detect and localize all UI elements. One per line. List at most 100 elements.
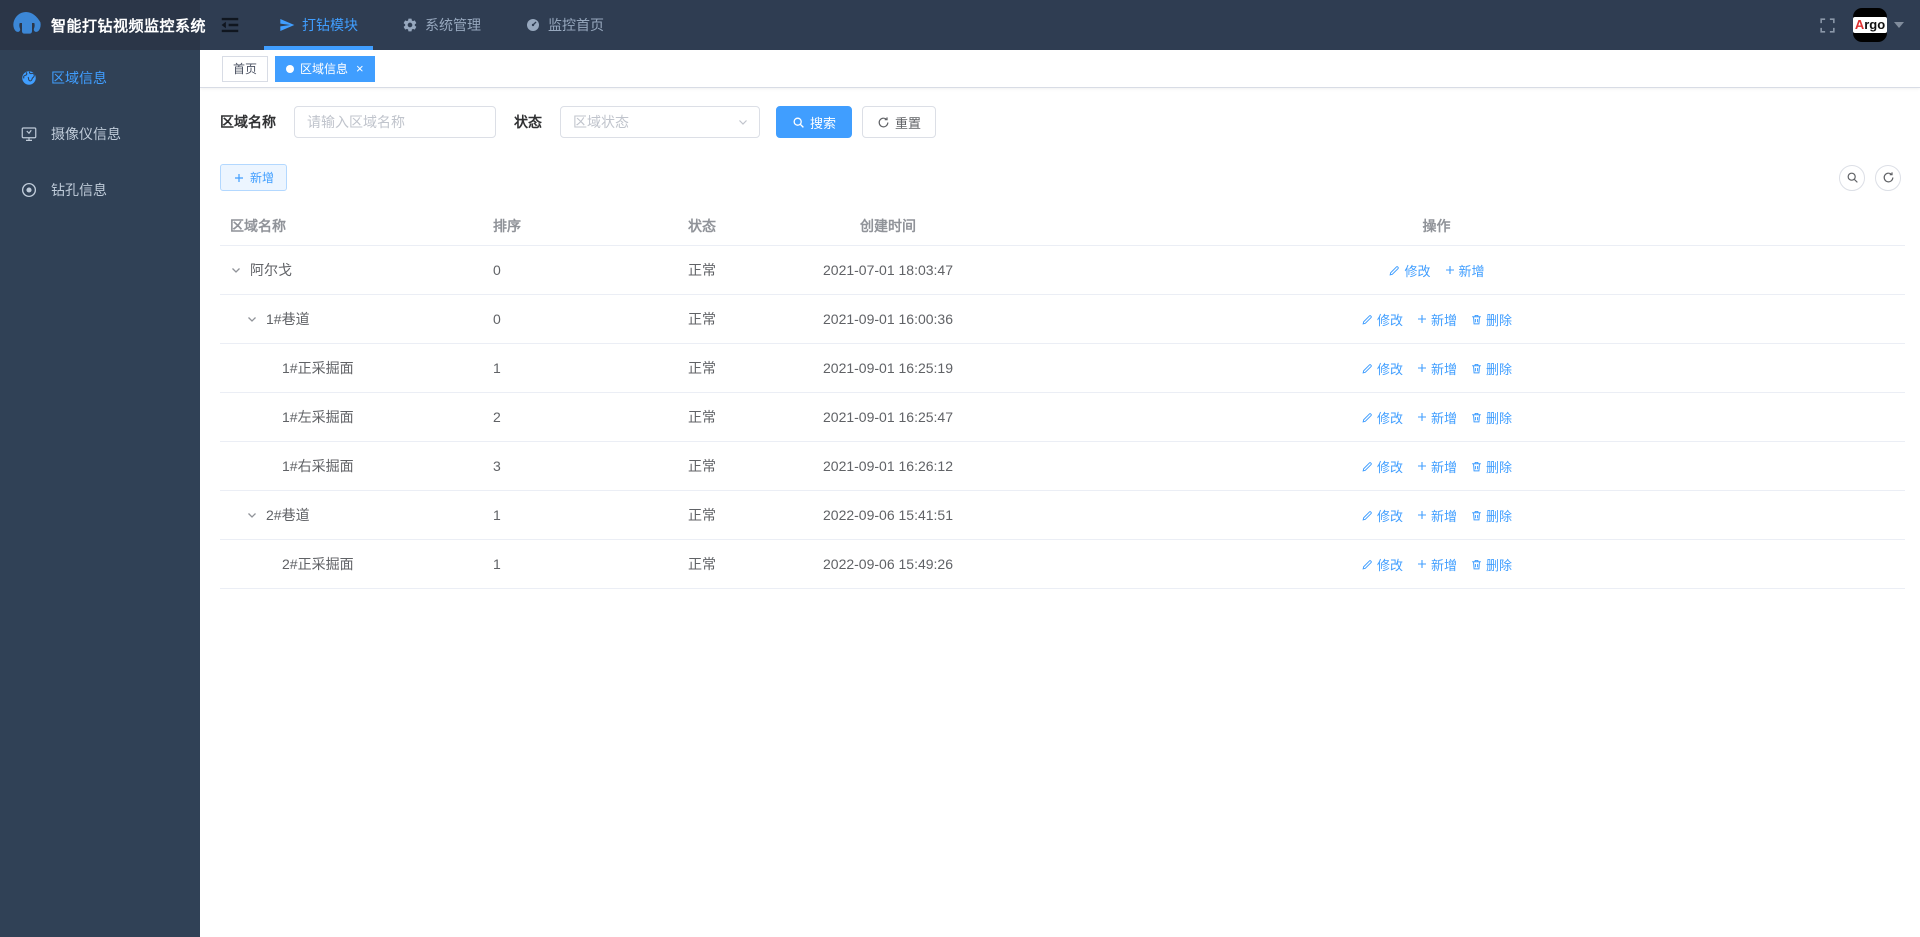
hamburger-icon[interactable] xyxy=(210,0,250,50)
globe-icon xyxy=(20,69,38,87)
created-time-value: 2021-09-01 16:26:12 xyxy=(823,458,953,474)
status-select-placeholder: 区域状态 xyxy=(573,114,629,130)
table-header: 区域名称 排序 状态 创建时间 操作 xyxy=(220,206,1905,246)
topnav: 打钻模块 系统管理 监控首页 Argo xyxy=(200,0,1920,50)
table-row: 1#正采掘面 1 正常 2021-09-01 16:25:19 修改 新增 删除 xyxy=(220,344,1905,393)
refresh-icon xyxy=(877,116,890,129)
refresh-table-button[interactable] xyxy=(1875,164,1901,191)
toolbar-right xyxy=(1839,164,1905,191)
status-value: 正常 xyxy=(688,409,716,425)
plus-icon xyxy=(233,172,245,184)
add-link[interactable]: 新增 xyxy=(1416,555,1457,574)
region-name-value: 1#巷道 xyxy=(266,311,310,327)
status-value: 正常 xyxy=(688,360,716,376)
sidebar-item-borehole-info[interactable]: 钻孔信息 xyxy=(0,162,200,218)
sort-value: 0 xyxy=(493,311,501,327)
plus-icon xyxy=(1416,362,1428,374)
trash-icon xyxy=(1470,558,1483,571)
add-link[interactable]: 新增 xyxy=(1416,408,1457,427)
expand-chevron-icon[interactable] xyxy=(246,509,262,521)
nav-item-drill-module[interactable]: 打钻模块 xyxy=(264,0,373,50)
region-name-value: 阿尔戈 xyxy=(250,262,292,278)
sidebar-item-region-info[interactable]: 区域信息 xyxy=(0,50,200,106)
add-link[interactable]: 新增 xyxy=(1416,457,1457,476)
add-link[interactable]: 新增 xyxy=(1416,310,1457,329)
gear-icon xyxy=(402,17,418,33)
trash-icon xyxy=(1470,509,1483,522)
refresh-icon xyxy=(1882,171,1895,184)
expand-chevron-icon[interactable] xyxy=(230,264,246,276)
delete-link[interactable]: 删除 xyxy=(1470,359,1512,378)
tab-region-info[interactable]: 区域信息 × xyxy=(275,55,375,82)
region-name-value: 1#左采掘面 xyxy=(282,409,354,425)
region-name-label: 区域名称 xyxy=(220,114,276,130)
monitor-icon xyxy=(20,125,38,143)
sidebar: 区域信息 摄像仪信息 钻孔信息 xyxy=(0,50,200,937)
toggle-search-button[interactable] xyxy=(1839,164,1865,191)
plus-icon xyxy=(1416,558,1428,570)
table-row: 2#巷道 1 正常 2022-09-06 15:41:51 修改 新增 删除 xyxy=(220,491,1905,540)
add-button[interactable]: 新增 xyxy=(220,164,288,191)
tab-label: 首页 xyxy=(233,62,258,76)
reset-button[interactable]: 重置 xyxy=(862,106,937,138)
edit-link[interactable]: 修改 xyxy=(1361,310,1403,329)
region-name-value: 1#右采掘面 xyxy=(282,458,354,474)
expand-chevron-icon[interactable] xyxy=(246,313,262,325)
delete-link[interactable]: 删除 xyxy=(1470,555,1512,574)
edit-link[interactable]: 修改 xyxy=(1361,359,1403,378)
add-link[interactable]: 新增 xyxy=(1416,506,1457,525)
add-link[interactable]: 新增 xyxy=(1444,261,1485,280)
delete-link[interactable]: 删除 xyxy=(1470,310,1512,329)
sort-value: 1 xyxy=(493,360,501,376)
delete-link[interactable]: 删除 xyxy=(1470,506,1512,525)
edit-link[interactable]: 修改 xyxy=(1361,555,1403,574)
table-row: 阿尔戈 0 正常 2021-07-01 18:03:47 修改 新增 xyxy=(220,246,1905,295)
dashboard-icon xyxy=(525,17,541,33)
user-avatar-dropdown[interactable]: Argo xyxy=(1852,8,1904,42)
edit-link[interactable]: 修改 xyxy=(1361,457,1403,476)
search-icon xyxy=(1846,171,1859,184)
nav-item-label: 系统管理 xyxy=(425,17,481,33)
add-link[interactable]: 新增 xyxy=(1416,359,1457,378)
avatar-wordmark: Argo xyxy=(1852,17,1888,33)
avatar: Argo xyxy=(1852,8,1888,42)
tab-home[interactable]: 首页 xyxy=(222,55,269,82)
filter-row: 区域名称 状态 区域状态 搜索 重置 xyxy=(220,106,1905,138)
column-header-created: 创建时间 xyxy=(860,217,916,234)
edit-icon xyxy=(1361,362,1374,375)
search-icon xyxy=(792,116,805,129)
paper-plane-icon xyxy=(279,17,295,33)
column-header-status: 状态 xyxy=(688,217,716,234)
status-label: 状态 xyxy=(514,114,542,130)
edit-link[interactable]: 修改 xyxy=(1361,506,1403,525)
region-name-input[interactable] xyxy=(294,106,496,138)
app-logo-icon xyxy=(10,9,42,41)
app-title: 智能打钻视频监控系统 xyxy=(51,17,207,35)
plus-icon xyxy=(1416,509,1428,521)
edit-icon xyxy=(1361,460,1374,473)
table-row: 1#左采掘面 2 正常 2021-09-01 16:25:47 修改 新增 删除 xyxy=(220,393,1905,442)
region-name-value: 2#正采掘面 xyxy=(282,556,354,572)
nav-item-system-management[interactable]: 系统管理 xyxy=(387,0,496,50)
edit-icon xyxy=(1361,558,1374,571)
fullscreen-icon[interactable] xyxy=(1818,16,1837,35)
sort-value: 2 xyxy=(493,409,501,425)
sidebar-item-camera-info[interactable]: 摄像仪信息 xyxy=(0,106,200,162)
delete-link[interactable]: 删除 xyxy=(1470,457,1512,476)
nav-item-monitor-home[interactable]: 监控首页 xyxy=(510,0,619,50)
sidebar-item-label: 钻孔信息 xyxy=(51,182,107,198)
search-button[interactable]: 搜索 xyxy=(776,106,853,138)
created-time-value: 2022-09-06 15:41:51 xyxy=(823,507,953,523)
delete-link[interactable]: 删除 xyxy=(1470,408,1512,427)
close-icon[interactable]: × xyxy=(356,62,364,75)
table-row: 1#巷道 0 正常 2021-09-01 16:00:36 修改 新增 删除 xyxy=(220,295,1905,344)
sort-value: 3 xyxy=(493,458,501,474)
status-select[interactable]: 区域状态 xyxy=(560,106,760,138)
nav-item-label: 监控首页 xyxy=(548,17,604,33)
edit-link[interactable]: 修改 xyxy=(1361,408,1403,427)
trash-icon xyxy=(1470,313,1483,326)
edit-link[interactable]: 修改 xyxy=(1388,261,1431,280)
column-header-actions: 操作 xyxy=(1422,217,1451,234)
